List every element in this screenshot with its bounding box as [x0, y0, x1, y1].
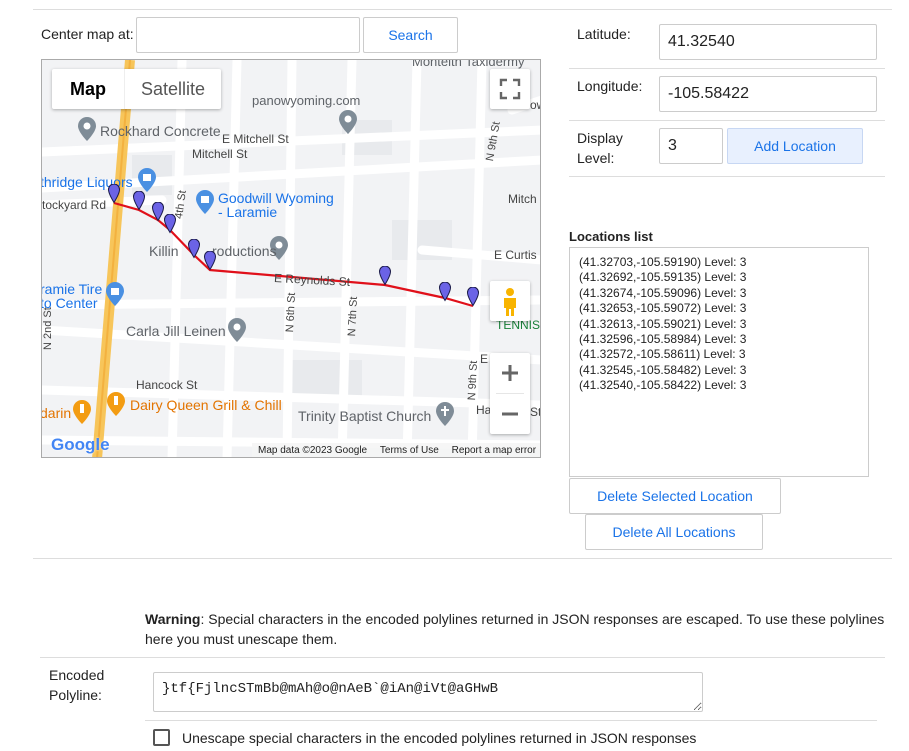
map-place-label: Trinity Baptist Church: [298, 408, 432, 424]
restaurant-icon: [107, 392, 125, 416]
location-list-item[interactable]: (41.32653,-105.59072) Level: 3: [579, 301, 868, 316]
location-marker[interactable]: [152, 202, 164, 222]
search-button[interactable]: Search: [363, 17, 458, 53]
add-location-button[interactable]: Add Location: [727, 128, 863, 164]
map-data-attribution: Map data ©2023 Google: [258, 445, 368, 456]
location-marker[interactable]: [439, 282, 451, 302]
unescape-label: Unescape special characters in the encod…: [182, 730, 697, 746]
report-map-error-link[interactable]: Report a map error: [452, 445, 536, 456]
longitude-label: Longitude:: [577, 78, 643, 94]
location-marker[interactable]: [204, 251, 216, 271]
locations-list-title: Locations list: [569, 229, 653, 244]
location-marker[interactable]: [108, 184, 120, 204]
map-place-label: Rockhard Concrete: [100, 123, 221, 139]
location-marker[interactable]: [467, 287, 479, 307]
location-marker[interactable]: [164, 214, 176, 234]
location-list-item[interactable]: (41.32703,-105.59190) Level: 3: [579, 255, 868, 270]
map-type-map-button[interactable]: Map: [52, 69, 124, 109]
place-icon: [228, 318, 246, 342]
fullscreen-icon: [499, 78, 521, 100]
map-street-label: ow: [530, 98, 540, 112]
latitude-input[interactable]: [659, 24, 877, 60]
map-street-label: Mitch: [508, 192, 537, 206]
unescape-checkbox[interactable]: [153, 729, 170, 746]
warning-message: Warning: Special characters in the encod…: [145, 609, 885, 649]
location-marker[interactable]: [133, 191, 145, 211]
warning-divider: [40, 657, 885, 658]
map-street-label: tockyard Rd: [42, 198, 107, 212]
section-divider: [33, 558, 892, 559]
restaurant-icon: [73, 400, 91, 424]
location-list-item[interactable]: (41.32596,-105.58984) Level: 3: [579, 332, 868, 347]
map-place-label: darin: [41, 405, 72, 421]
form-divider: [569, 120, 885, 121]
street-view-pegman[interactable]: [490, 281, 530, 321]
map-place-label: Monteith Taxidermy: [412, 59, 525, 69]
zoom-control: [490, 353, 530, 434]
delete-all-locations-button[interactable]: Delete All Locations: [585, 514, 763, 550]
map-place-label: Killin: [149, 243, 179, 259]
warning-text: : Special characters in the encoded poly…: [145, 611, 885, 647]
center-map-label: Center map at:: [41, 26, 134, 42]
location-marker[interactable]: [379, 266, 391, 286]
place-icon: [78, 117, 96, 141]
polyline-divider: [145, 720, 877, 721]
shopping-icon: [138, 168, 156, 192]
location-list-item[interactable]: (41.32692,-105.59135) Level: 3: [579, 270, 868, 285]
form-divider: [569, 176, 885, 177]
form-divider: [569, 68, 885, 69]
location-list-item[interactable]: (41.32572,-105.58611) Level: 3: [579, 347, 868, 362]
map-type-satellite-button[interactable]: Satellite: [124, 69, 221, 109]
top-divider: [33, 9, 892, 10]
map-street-label: Hancock St: [136, 378, 198, 392]
place-icon: [339, 110, 357, 134]
fullscreen-button[interactable]: [490, 69, 530, 109]
center-map-input[interactable]: [136, 17, 360, 53]
map-place-label: Carla Jill Leinen: [126, 323, 226, 339]
map-street-label: St: [530, 405, 541, 419]
map-street-label: Mitchell St: [192, 147, 248, 161]
map-street-label: N 2nd St: [42, 307, 54, 350]
location-list-item[interactable]: (41.32674,-105.59096) Level: 3: [579, 286, 868, 301]
map-footer: Map data ©2023 Google Terms of Use Repor…: [252, 443, 540, 457]
shopping-icon: [196, 190, 214, 214]
display-level-input[interactable]: [659, 128, 723, 164]
map-street-label: E Curtis: [494, 248, 537, 262]
location-list-item[interactable]: (41.32540,-105.58422) Level: 3: [579, 378, 868, 393]
map-place-label: - Laramie: [218, 204, 278, 220]
location-marker[interactable]: [188, 239, 200, 259]
zoom-in-button[interactable]: [490, 353, 530, 393]
map-street-label: N 6th St: [284, 292, 299, 333]
map-place-label: panowyoming.com: [252, 93, 361, 108]
delete-selected-location-button[interactable]: Delete Selected Location: [569, 478, 781, 514]
location-list-item[interactable]: (41.32545,-105.58482) Level: 3: [579, 363, 868, 378]
map-place-label: Dairy Queen Grill & Chill: [130, 397, 282, 413]
encoded-polyline-label: Encoded Polyline:: [49, 667, 105, 703]
map-canvas[interactable]: Monteith Taxidermy panowyoming.com Rockh…: [41, 59, 541, 458]
zoom-out-button[interactable]: [490, 394, 530, 434]
encoded-polyline-textarea[interactable]: }tf{FjlncSTmBb@mAh@o@nAeB`@iAn@iVt@aGHwB: [153, 672, 703, 712]
shopping-icon: [106, 282, 124, 306]
map-street-label: E: [480, 352, 489, 366]
warning-label: Warning: [145, 611, 201, 627]
google-logo: Google: [51, 435, 110, 454]
terms-of-use-link[interactable]: Terms of Use: [380, 445, 439, 456]
pegman-icon: [504, 288, 516, 316]
map-street-label: N 9th St: [466, 360, 481, 401]
map-type-control: Map Satellite: [52, 69, 221, 109]
location-list-item[interactable]: (41.32613,-105.59021) Level: 3: [579, 317, 868, 332]
locations-listbox[interactable]: (41.32703,-105.59190) Level: 3 (41.32692…: [569, 247, 869, 477]
map-street-label: N 7th St: [346, 296, 361, 337]
display-level-label: Display Level:: [577, 130, 623, 166]
longitude-input[interactable]: [659, 76, 877, 112]
map-place-label: roductions: [212, 243, 277, 259]
church-icon: [436, 402, 454, 426]
map-street-label: E Mitchell St: [222, 132, 289, 146]
latitude-label: Latitude:: [577, 26, 631, 42]
